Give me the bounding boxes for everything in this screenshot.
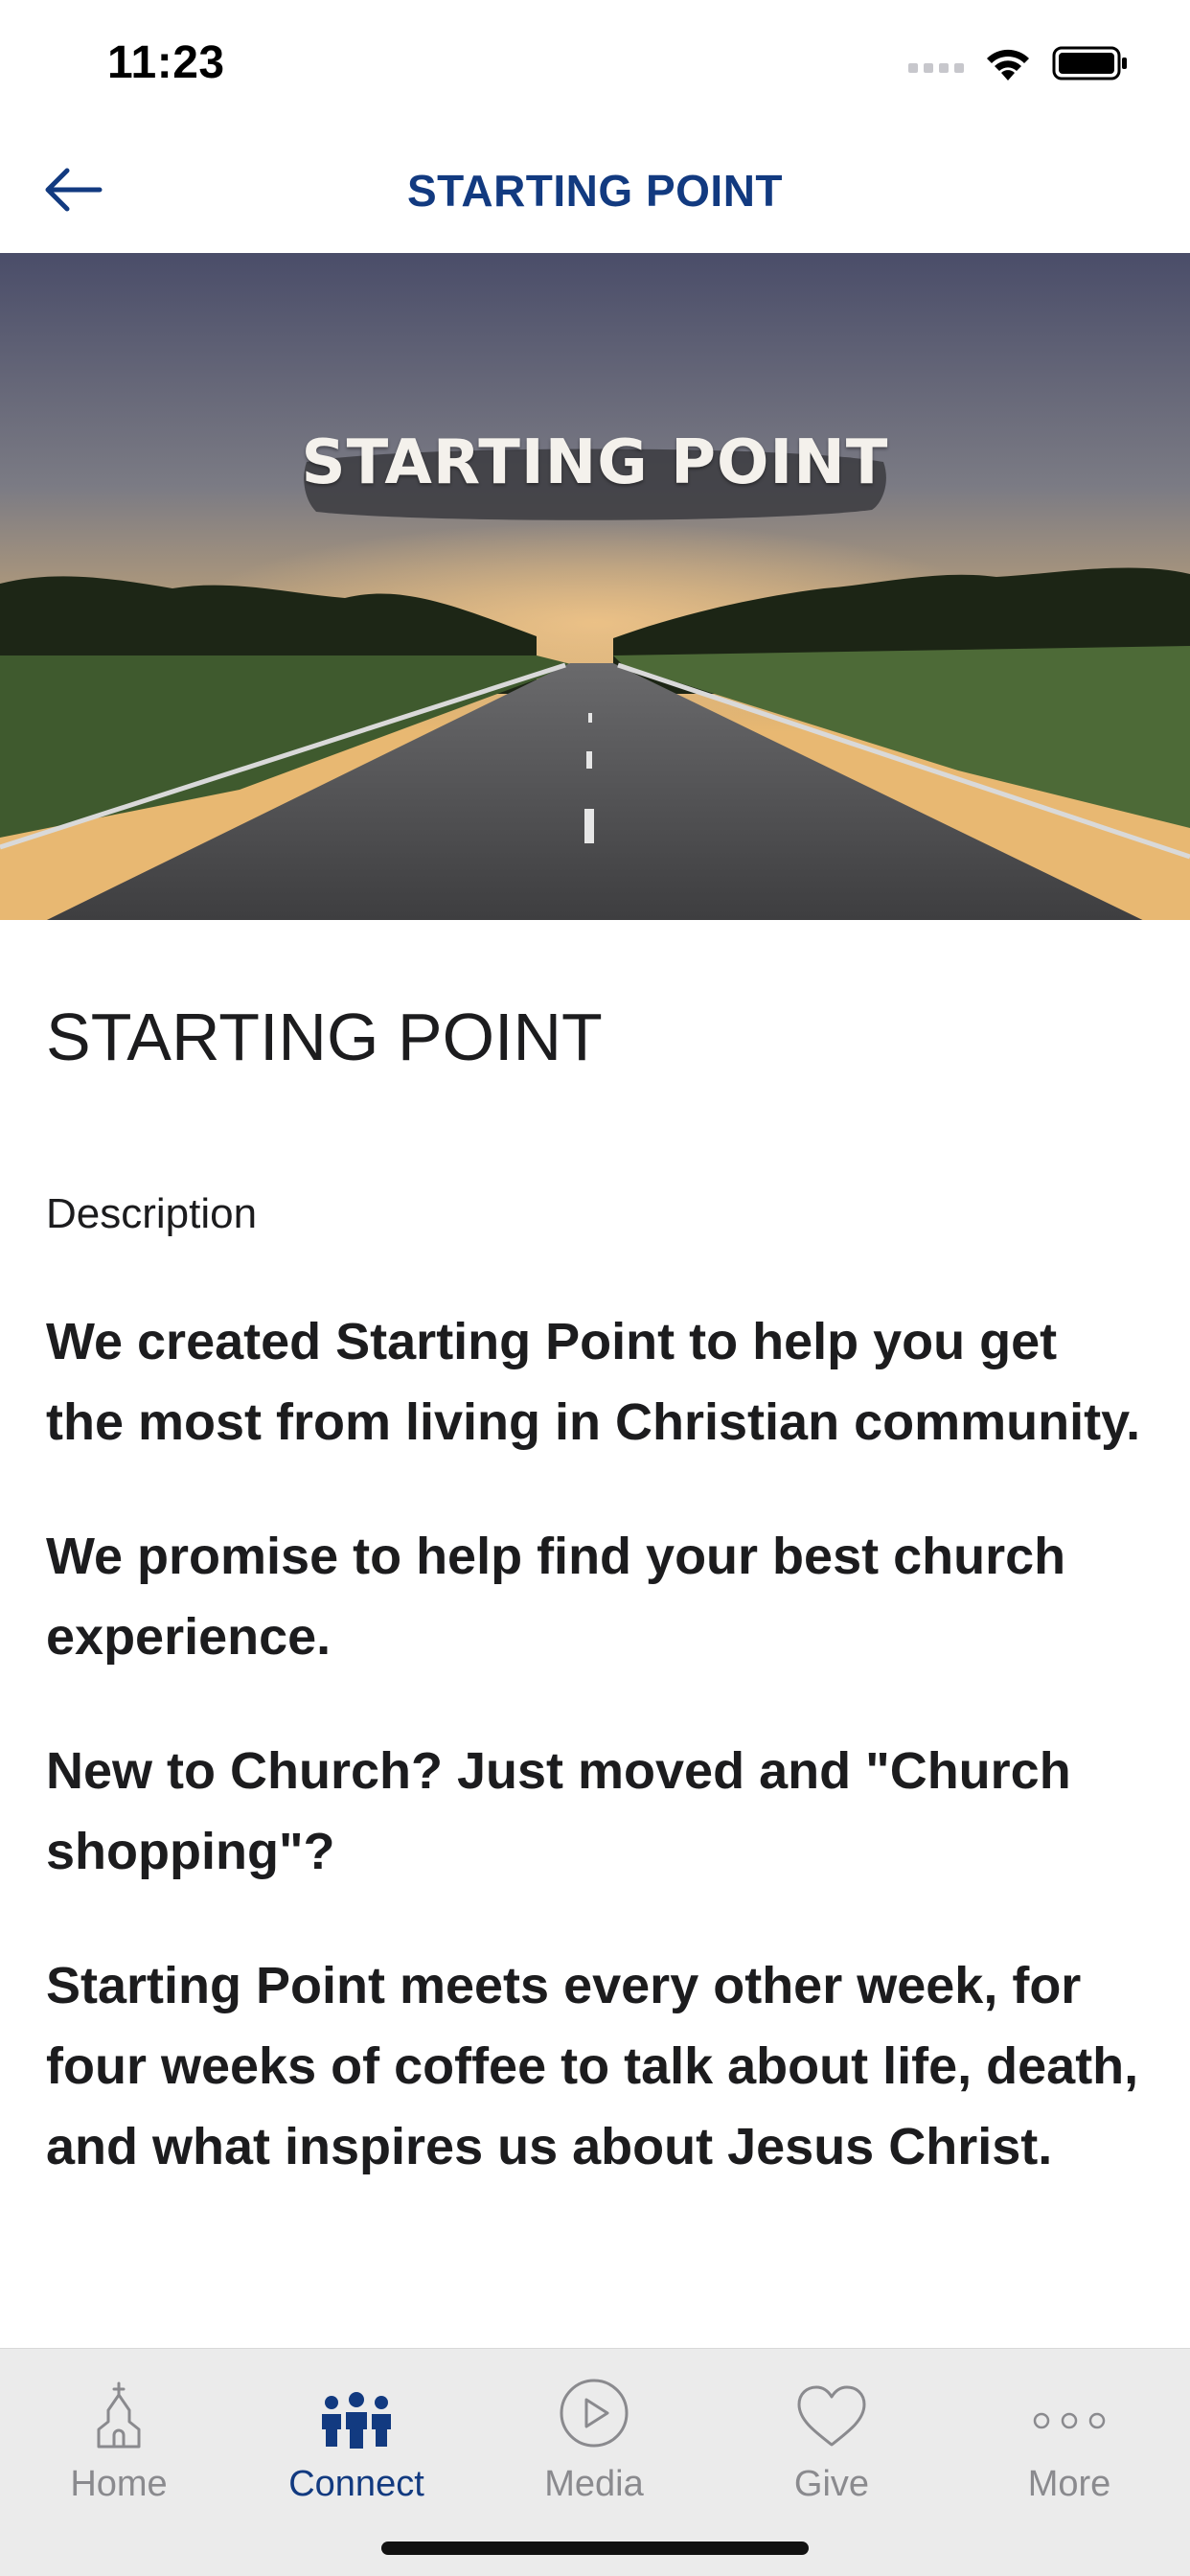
tab-label: More (1027, 2464, 1111, 2504)
status-bar: 11:23 (0, 0, 1190, 126)
people-icon (322, 2392, 391, 2449)
content-section: STARTING POINT Description We created St… (46, 997, 1148, 2187)
heart-icon (797, 2385, 866, 2447)
description-paragraph: Starting Point meets every other week, f… (46, 1957, 1139, 2175)
tab-label: Home (70, 2464, 168, 2504)
hero-overlay-text: STARTING POINT (301, 427, 889, 498)
tab-media[interactable]: Media (475, 2362, 713, 2525)
road-landscape-image (0, 253, 1190, 920)
tab-label: Give (793, 2464, 870, 2504)
play-icon (560, 2379, 629, 2448)
tab-home[interactable]: Home (0, 2362, 238, 2525)
page-heading: STARTING POINT (46, 1000, 603, 1074)
more-dots-icon (1033, 2412, 1106, 2429)
status-icons (908, 42, 1129, 84)
nav-title: STARTING POINT (406, 166, 784, 216)
tab-more[interactable]: More (950, 2362, 1188, 2525)
tab-label: Connect (288, 2464, 424, 2504)
description-paragraph: We created Starting Point to help you ge… (46, 1313, 1141, 1451)
cellular-signal-icon (908, 63, 964, 73)
tab-give[interactable]: Give (713, 2362, 950, 2525)
description-paragraph: New to Church? Just moved and "Church sh… (46, 1742, 1071, 1880)
tab-label: Media (544, 2464, 644, 2504)
battery-icon (1052, 46, 1127, 80)
church-icon (97, 2381, 141, 2449)
wifi-icon (987, 49, 1029, 80)
tab-connect[interactable]: Connect (238, 2362, 475, 2525)
description-label: Description (46, 1190, 258, 1237)
description-paragraph: We promise to help find your best church… (46, 1528, 1066, 1666)
navigation-bar: STARTING POINT (0, 126, 1190, 253)
home-indicator[interactable] (381, 2542, 809, 2555)
hero-banner-image: STARTING POINT (0, 253, 1190, 920)
status-time: 11:23 (107, 37, 225, 88)
